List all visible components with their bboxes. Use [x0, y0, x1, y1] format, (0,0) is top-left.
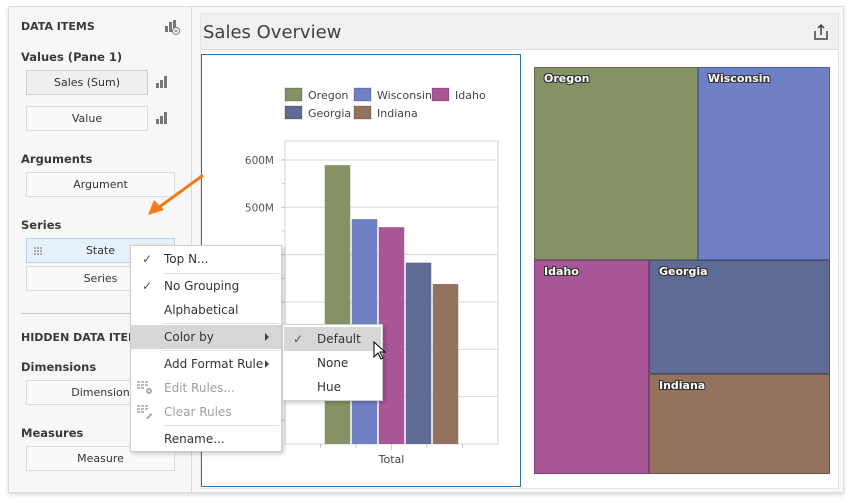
hidden-data-items-title: HIDDEN DATA ITEMS: [21, 331, 147, 344]
treemap-tile-label: Georgia: [658, 265, 708, 279]
menu-item-rename[interactable]: Rename...: [131, 427, 281, 451]
data-items-title: DATA ITEMS: [21, 20, 95, 33]
menu-separator: [163, 323, 279, 324]
menu-item-add-format-rule[interactable]: Add Format Rule: [131, 352, 281, 376]
y-tick-label: 600M: [245, 155, 274, 167]
treemap-tile-georgia[interactable]: Georgia: [648, 260, 830, 374]
clear-rules-icon: [137, 405, 153, 419]
menu-item-no-grouping[interactable]: ✓ No Grouping: [131, 274, 281, 298]
legend-swatch-idaho: [431, 87, 450, 102]
series-item-label: State: [85, 244, 116, 257]
menu-item-color-by[interactable]: Color by: [131, 325, 281, 349]
menu-item-alphabetical[interactable]: Alphabetical: [131, 298, 281, 322]
dashboard-title-bar: Sales Overview: [201, 14, 838, 50]
treemap-tile-label: Oregon: [544, 72, 590, 85]
bar-oregon: [324, 165, 351, 444]
arguments-section-title: Arguments: [21, 152, 93, 166]
dashboard-surface: Sales Overview 600M 500M Total Oregon Wiscon…: [200, 13, 839, 489]
values-section-title: Values (Pane 1): [21, 50, 123, 64]
y-tick-label: 500M: [245, 202, 274, 214]
series-type-icon[interactable]: [156, 112, 168, 124]
annotation-arrow: [148, 174, 204, 215]
treemap-tile-label: Idaho: [544, 265, 579, 279]
treemap-tile-wisconsin[interactable]: Wisconsin: [697, 67, 830, 261]
treemap-tile-label: Wisconsin: [707, 72, 771, 85]
treemap-item[interactable]: Oregon Wisconsin Idaho Georgia Indiana: [534, 67, 830, 474]
export-icon[interactable]: [812, 23, 830, 41]
menu-item-top-n[interactable]: ✓ Top N...: [131, 247, 281, 271]
check-icon: ✓: [142, 279, 153, 293]
menu-item-clear-rules[interactable]: Clear Rules: [131, 400, 281, 424]
context-menu: ✓ Top N... ✓ No Grouping Alphabetical Co…: [130, 245, 282, 452]
check-icon: ✓: [293, 332, 304, 346]
submenu-arrow-icon: [265, 333, 269, 341]
treemap-tile-label: Indiana: [658, 378, 706, 392]
legend-label-oregon: Oregon: [308, 89, 348, 102]
dimensions-section-title: Dimensions: [21, 360, 97, 374]
treemap-tile-indiana[interactable]: Indiana: [648, 373, 830, 474]
dashboard-title: Sales Overview: [203, 22, 342, 43]
color-by-submenu: ✓ Default None Hue: [282, 324, 383, 401]
measures-section-title: Measures: [21, 426, 84, 440]
drag-handle-icon[interactable]: [34, 247, 43, 256]
x-category-label: Total: [378, 453, 405, 466]
series-type-icon[interactable]: [156, 76, 168, 88]
menu-separator: [163, 350, 279, 351]
legend-label-wisconsin: Wisconsin: [377, 89, 432, 102]
bar-georgia: [405, 262, 432, 444]
legend-swatch-indiana: [353, 105, 372, 120]
menu-separator: [163, 425, 279, 426]
series-section-title: Series: [21, 218, 62, 232]
legend-swatch-georgia: [284, 105, 303, 120]
legend-label-idaho: Idaho: [455, 89, 486, 102]
check-icon: ✓: [142, 252, 153, 266]
edit-rules-icon: [137, 381, 152, 394]
treemap-tile-oregon[interactable]: Oregon: [534, 67, 698, 261]
legend-swatch-oregon: [284, 87, 303, 102]
legend-label-indiana: Indiana: [377, 107, 418, 120]
submenu-item-hue[interactable]: Hue: [284, 375, 381, 399]
legend-label-georgia: Georgia: [308, 107, 351, 120]
submenu-arrow-icon: [265, 360, 269, 368]
bar-indiana: [432, 283, 459, 444]
value-item-sales-sum[interactable]: Sales (Sum): [26, 70, 148, 95]
menu-item-edit-rules[interactable]: Edit Rules...: [131, 376, 281, 400]
value-item-value[interactable]: Value: [26, 106, 148, 131]
add-pane-icon[interactable]: [164, 19, 180, 35]
treemap-tile-idaho[interactable]: Idaho: [534, 260, 649, 474]
mouse-cursor-icon: [373, 341, 387, 360]
submenu-item-default[interactable]: ✓ Default: [284, 327, 381, 351]
submenu-item-none[interactable]: None: [284, 351, 381, 375]
legend-swatch-wisconsin: [353, 87, 372, 102]
